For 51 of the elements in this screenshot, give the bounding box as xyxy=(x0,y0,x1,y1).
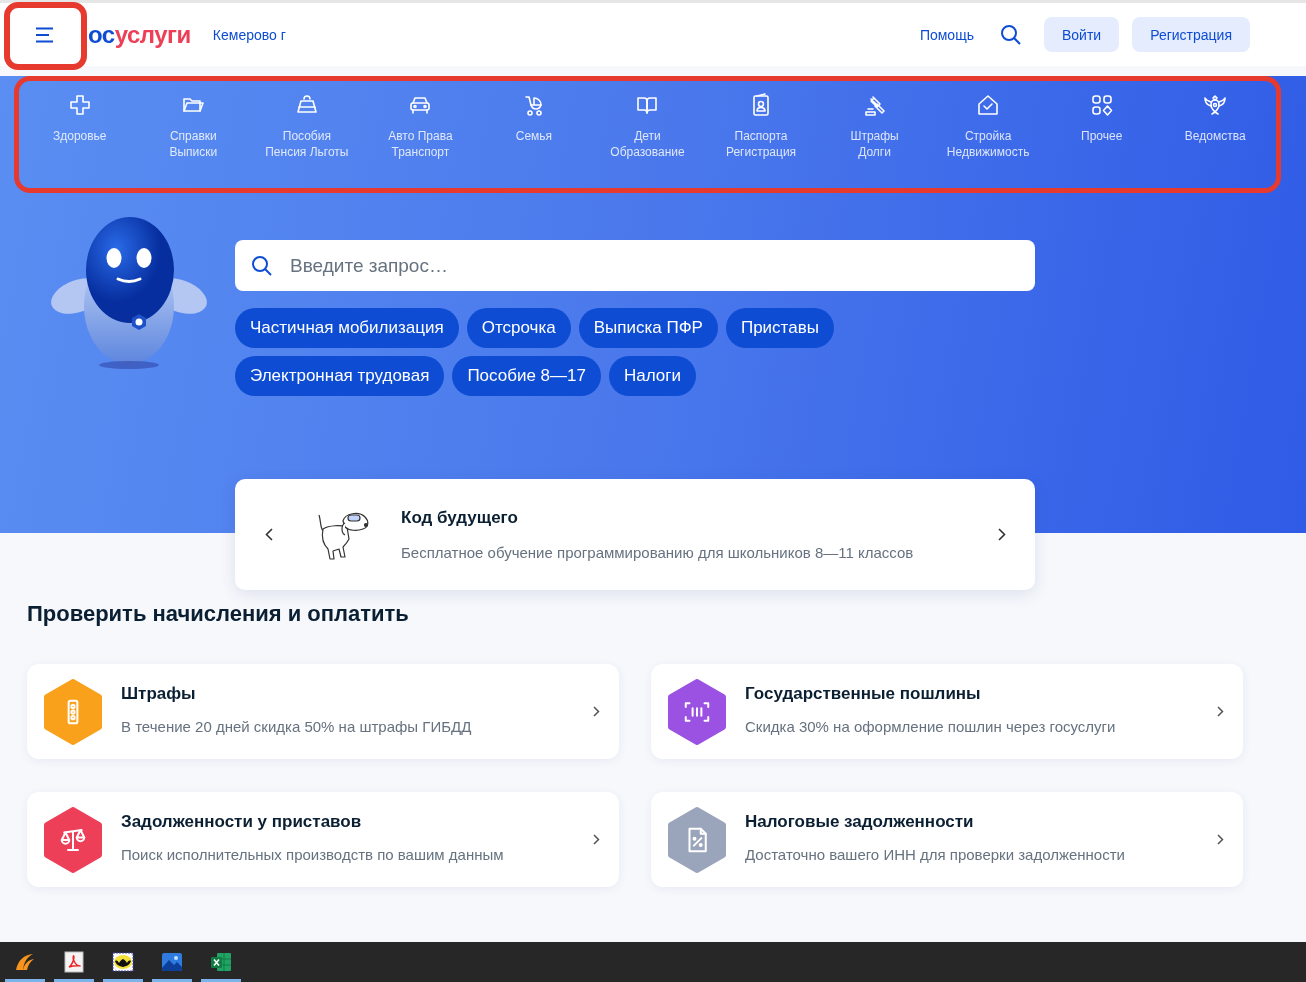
help-link[interactable]: Помощь xyxy=(919,26,974,43)
payment-card[interactable]: Налоговые задолженности Достаточно вашего ИНН для проверки задолженности xyxy=(651,792,1243,887)
grid-icon xyxy=(1089,93,1114,117)
chevron-right-icon xyxy=(593,706,600,717)
card-text: Достаточно вашего ИНН для проверки задолженности xyxy=(745,846,1126,863)
card-title: Государственные пошлины xyxy=(745,684,982,704)
quick-link-chip[interactable]: Пособие 8—17 xyxy=(452,356,601,396)
emblem-icon xyxy=(1203,93,1228,117)
category-link[interactable]: Прочее xyxy=(1044,81,1159,188)
category-link[interactable]: Паспорта Регистрация xyxy=(704,81,818,188)
card-title: Налоговые задолженности xyxy=(745,812,975,832)
house-icon xyxy=(976,93,1001,117)
spreadsheet-icon xyxy=(209,950,233,974)
payment-card[interactable]: Задолженности у приставов Поиск исполнительных производств по вашим данным xyxy=(27,792,619,887)
chevron-right-icon xyxy=(593,834,600,845)
quick-link-chip[interactable]: Приставы xyxy=(725,308,834,348)
landscape-picture-icon xyxy=(160,950,184,974)
card-title: Задолженности у приставов xyxy=(121,812,363,832)
card-title: Штрафы xyxy=(121,684,197,704)
quick-link-chip[interactable]: Выписка ПФР xyxy=(578,308,718,348)
quick-link-chip[interactable]: Отсрочка xyxy=(466,308,571,348)
login-button[interactable]: Войти xyxy=(1043,17,1120,52)
quick-link-chip[interactable]: Налоги xyxy=(608,356,696,396)
card-text: Поиск исполнительных производств по вашим данным xyxy=(121,846,505,863)
category-link[interactable]: Стройка Недвижимость xyxy=(931,81,1045,188)
city-link[interactable]: Кемерово г xyxy=(212,26,286,43)
chevron-left-icon xyxy=(265,528,273,541)
quick-link-chip[interactable]: Частичная мобилизация xyxy=(235,308,459,348)
search-icon[interactable] xyxy=(999,23,1022,46)
bat-icon xyxy=(111,950,135,974)
promo-card[interactable]: Код будущего Бесплатное обучение программированию для школьников 8—11 классов xyxy=(235,479,1035,590)
register-button[interactable]: Регистрация xyxy=(1132,17,1250,52)
chevron-right-icon xyxy=(998,528,1006,541)
chevron-right-icon xyxy=(1217,706,1224,717)
promo-text: Бесплатное обучение программированию для школьников 8—11 классов xyxy=(401,544,915,561)
category-link[interactable]: Ведомства xyxy=(1158,81,1272,188)
quick-link-chip[interactable]: Электронная трудовая xyxy=(235,356,445,396)
search-field[interactable]: Введите запрос… xyxy=(235,240,1035,291)
category-link[interactable]: Штрафы Долги xyxy=(817,81,932,188)
payment-card[interactable]: Штрафы В течение 20 дней скидка 50% на штрафы ГИБДД xyxy=(27,664,619,759)
logo[interactable]: осуслуги xyxy=(88,20,191,49)
card-text: В течение 20 дней скидка 50% на штрафы ГИБДД xyxy=(121,718,473,735)
chevron-right-icon xyxy=(1217,834,1224,845)
gavel-icon xyxy=(862,93,887,117)
menu-icon xyxy=(34,27,55,43)
health-icon xyxy=(67,93,92,117)
pdf-document-icon xyxy=(62,950,86,974)
card-text: Скидка 30% на оформление пошлин через госуслуги xyxy=(745,718,1117,735)
payment-card[interactable]: Государственные пошлины Скидка 30% на оформление пошлин через госуслуги xyxy=(651,664,1243,759)
promo-title: Код будущего xyxy=(401,508,519,528)
section-heading: Проверить начисления и оплатить xyxy=(27,601,410,627)
